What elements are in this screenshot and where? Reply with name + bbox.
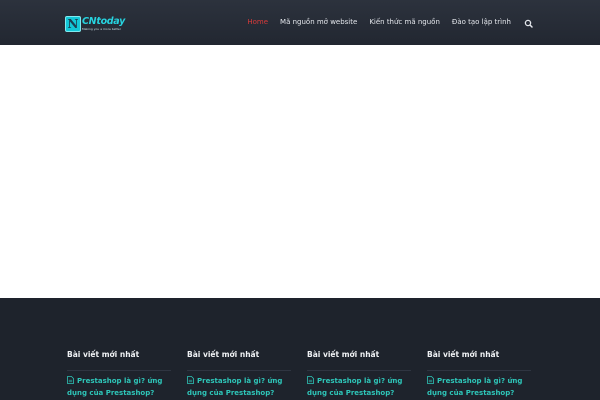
- document-icon: [307, 376, 314, 384]
- nav-item-source-knowledge[interactable]: Kiến thức mã nguồn: [363, 0, 446, 45]
- logo-letter: N: [67, 16, 79, 31]
- document-icon: [427, 376, 434, 384]
- footer-post-link-text: Prestashop là gì? ứng dụng của Prestasho…: [187, 377, 283, 397]
- nav-item-open-source-website[interactable]: Mã nguồn mở website: [274, 0, 363, 45]
- footer-divider: [427, 370, 531, 371]
- footer-column-title: Bài viết mới nhất: [427, 350, 500, 359]
- footer-column-title: Bài viết mới nhất: [187, 350, 260, 359]
- document-icon: [67, 376, 74, 384]
- document-icon: [187, 376, 194, 384]
- main-nav: Home Mã nguồn mở website Kiến thức mã ng…: [241, 0, 536, 45]
- logo-wordmark: CNtoday: [82, 16, 126, 27]
- footer-column-title: Bài viết mới nhất: [67, 350, 140, 359]
- footer-divider: [67, 370, 171, 371]
- logo-tagline: Making you a more better: [82, 27, 121, 31]
- footer-post-link-text: Prestashop là gì? ứng dụng của Prestasho…: [307, 377, 403, 397]
- site-footer: Bài viết mới nhất Prestashop là gì? ứng …: [0, 298, 600, 400]
- footer-post-link-text: Prestashop là gì? ứng dụng của Prestasho…: [67, 377, 163, 397]
- footer-post-link[interactable]: Prestashop là gì? ứng dụng của Prestasho…: [67, 375, 179, 399]
- footer-post-link-text: Prestashop là gì? ứng dụng của Prestasho…: [427, 377, 523, 397]
- nav-item-programming-training[interactable]: Đào tạo lập trình: [446, 0, 517, 45]
- footer-divider: [307, 370, 411, 371]
- logo-mark: N: [65, 15, 81, 32]
- page-content: [0, 45, 600, 298]
- site-logo[interactable]: N CNtoday Making you a more better: [65, 14, 129, 33]
- search-icon[interactable]: [522, 16, 536, 30]
- logo-text: CNtoday Making you a more better: [82, 16, 125, 31]
- footer-post-link[interactable]: Prestashop là gì? ứng dụng của Prestasho…: [307, 375, 419, 399]
- nav-item-home[interactable]: Home: [241, 0, 274, 45]
- footer-divider: [187, 370, 291, 371]
- footer-post-link[interactable]: Prestashop là gì? ứng dụng của Prestasho…: [187, 375, 299, 399]
- footer-post-link[interactable]: Prestashop là gì? ứng dụng của Prestasho…: [427, 375, 539, 399]
- site-header: N CNtoday Making you a more better Home …: [0, 0, 600, 45]
- footer-column-title: Bài viết mới nhất: [307, 350, 380, 359]
